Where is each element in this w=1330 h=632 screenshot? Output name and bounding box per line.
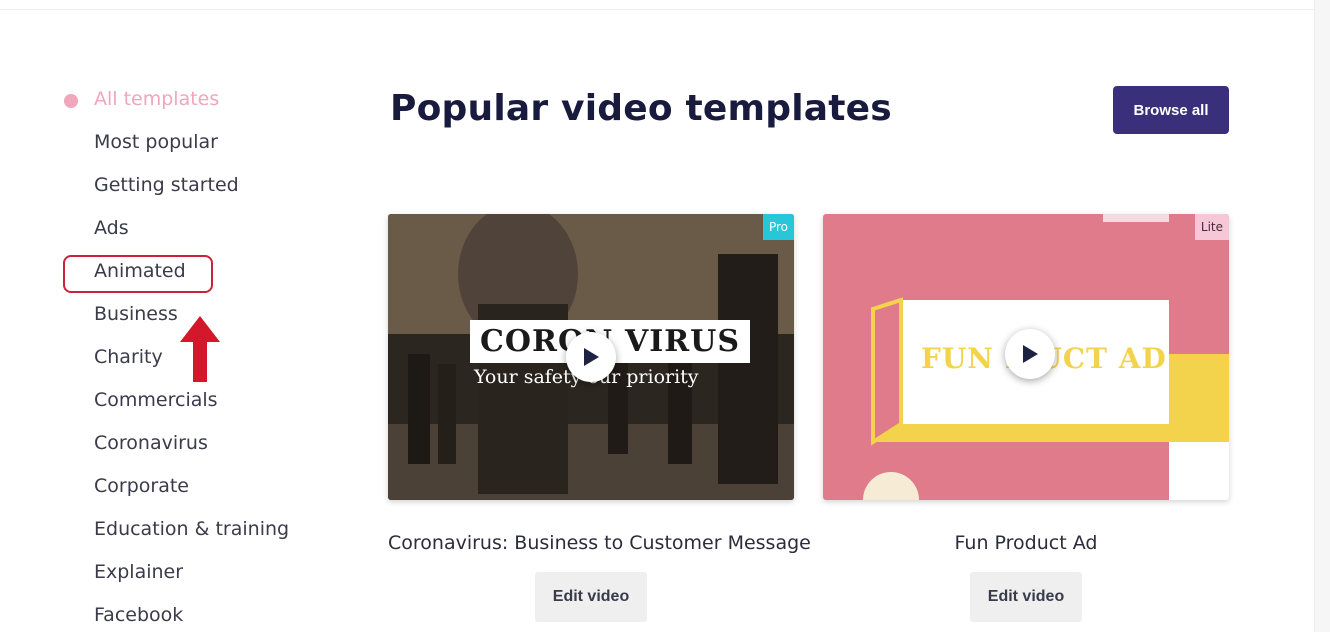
sidebar-item-education-training[interactable]: Education & training <box>94 518 289 540</box>
play-button[interactable] <box>566 332 616 382</box>
sidebar-item-all-templates[interactable]: All templates <box>94 88 219 110</box>
template-title[interactable]: Fun Product Ad <box>823 532 1229 554</box>
browse-all-button[interactable]: Browse all <box>1113 86 1229 134</box>
sidebar-item-corporate[interactable]: Corporate <box>94 475 189 497</box>
active-dot-icon <box>64 94 78 108</box>
play-icon <box>1023 345 1039 364</box>
edit-video-button[interactable]: Edit video <box>970 572 1082 622</box>
top-divider <box>0 0 1315 10</box>
template-card: Lite FUN P UCT AD Fun Product Ad Edit vi… <box>823 214 1229 622</box>
red-arrow-icon <box>180 316 220 382</box>
pro-badge: Pro <box>762 214 794 240</box>
sidebar-item-getting-started[interactable]: Getting started <box>94 174 239 196</box>
sidebar-item-ads[interactable]: Ads <box>94 217 129 239</box>
sidebar-item-coronavirus[interactable]: Coronavirus <box>94 432 208 454</box>
vertical-scrollbar[interactable] <box>1314 0 1330 632</box>
page-title: Popular video templates <box>390 88 892 129</box>
sidebar-item-explainer[interactable]: Explainer <box>94 561 183 583</box>
sidebar-item-facebook[interactable]: Facebook <box>94 604 183 626</box>
template-card: Pro CORON VIRUS Your safety our priority… <box>388 214 811 622</box>
sidebar-item-most-popular[interactable]: Most popular <box>94 131 218 153</box>
lite-badge: Lite <box>1194 214 1229 240</box>
sidebar-item-commercials[interactable]: Commercials <box>94 389 218 411</box>
video-thumbnail[interactable]: Pro CORON VIRUS Your safety our priority <box>388 214 794 500</box>
template-title[interactable]: Coronavirus: Business to Customer Messag… <box>388 532 811 554</box>
sidebar-item-business[interactable]: Business <box>94 303 178 325</box>
edit-video-button[interactable]: Edit video <box>535 572 647 622</box>
video-thumbnail[interactable]: Lite FUN P UCT AD <box>823 214 1229 500</box>
play-icon <box>584 348 599 366</box>
play-button[interactable] <box>1005 329 1056 380</box>
sidebar-item-charity[interactable]: Charity <box>94 346 163 368</box>
annotation-highlight-box <box>63 255 213 293</box>
